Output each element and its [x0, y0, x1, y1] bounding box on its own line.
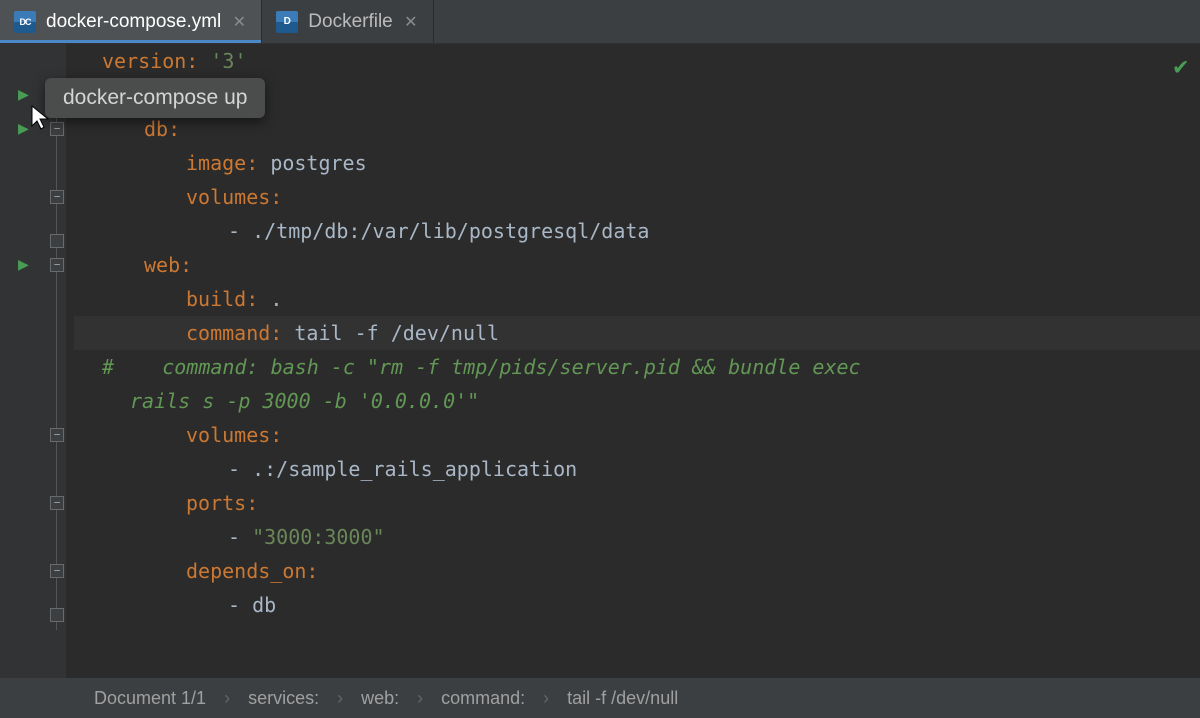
tab-dockerfile[interactable]: D Dockerfile ✕ — [262, 0, 433, 43]
chevron-right-icon: › — [417, 688, 423, 709]
fold-end-icon[interactable] — [50, 608, 64, 622]
tab-docker-compose[interactable]: DC docker-compose.yml ✕ — [0, 0, 262, 43]
close-icon[interactable]: ✕ — [403, 12, 419, 32]
chevron-right-icon: › — [543, 688, 549, 709]
fold-icon[interactable]: − — [50, 564, 64, 578]
breadcrumb-bar: Document 1/1 › services: › web: › comman… — [0, 678, 1200, 718]
tab-label: docker-compose.yml — [46, 11, 221, 33]
code-content[interactable]: version: '3' services: db: image: postgr… — [66, 44, 1200, 678]
checkmark-icon[interactable]: ✔ — [1174, 52, 1188, 80]
breadcrumb-item[interactable]: services: — [248, 688, 319, 709]
fold-icon[interactable]: − — [50, 428, 64, 442]
fold-icon[interactable]: − — [50, 122, 64, 136]
code-line[interactable]: rails s -p 3000 -b '0.0.0.0'" — [74, 384, 1200, 418]
fold-icon[interactable]: − — [50, 496, 64, 510]
close-icon[interactable]: ✕ — [231, 12, 247, 32]
docker-compose-file-icon: DC — [14, 11, 36, 33]
code-line[interactable]: - .:/sample_rails_application — [74, 452, 1200, 486]
code-line[interactable]: - db — [74, 588, 1200, 622]
code-line[interactable]: ports: — [74, 486, 1200, 520]
run-icon[interactable]: ▶ — [18, 78, 29, 112]
code-line[interactable]: - "3000:3000" — [74, 520, 1200, 554]
breadcrumb-item[interactable]: Document 1/1 — [94, 688, 206, 709]
fold-icon[interactable]: − — [50, 258, 64, 272]
breadcrumb-item[interactable]: command: — [441, 688, 525, 709]
chevron-right-icon: › — [224, 688, 230, 709]
fold-icon[interactable]: − — [50, 190, 64, 204]
gutter: ▶ ▶ ▶ — [0, 44, 48, 678]
breadcrumb-item[interactable]: web: — [361, 688, 399, 709]
code-line[interactable]: command: tail -f /dev/null — [74, 316, 1200, 350]
tab-bar: DC docker-compose.yml ✕ D Dockerfile ✕ — [0, 0, 1200, 44]
code-line[interactable]: version: '3' — [74, 44, 1200, 78]
code-line[interactable]: - ./tmp/db:/var/lib/postgresql/data — [74, 214, 1200, 248]
run-tooltip: docker-compose up — [45, 78, 265, 118]
fold-column: − − − − − − − — [48, 44, 66, 678]
code-line[interactable]: # command: bash -c "rm -f tmp/pids/serve… — [74, 350, 1200, 384]
chevron-right-icon: › — [337, 688, 343, 709]
dockerfile-file-icon: D — [276, 11, 298, 33]
code-line[interactable]: image: postgres — [74, 146, 1200, 180]
fold-end-icon[interactable] — [50, 234, 64, 248]
code-line[interactable]: volumes: — [74, 418, 1200, 452]
run-icon[interactable]: ▶ — [18, 112, 29, 146]
run-icon[interactable]: ▶ — [18, 248, 29, 282]
fold-guide — [56, 90, 57, 630]
code-line[interactable]: depends_on: — [74, 554, 1200, 588]
editor-area[interactable]: ▶ ▶ ▶ − − − − − − − version: '3' service… — [0, 44, 1200, 678]
tab-label: Dockerfile — [308, 11, 392, 33]
breadcrumb-item[interactable]: tail -f /dev/null — [567, 688, 678, 709]
code-line[interactable]: web: — [74, 248, 1200, 282]
code-line[interactable]: volumes: — [74, 180, 1200, 214]
code-line[interactable]: build: . — [74, 282, 1200, 316]
